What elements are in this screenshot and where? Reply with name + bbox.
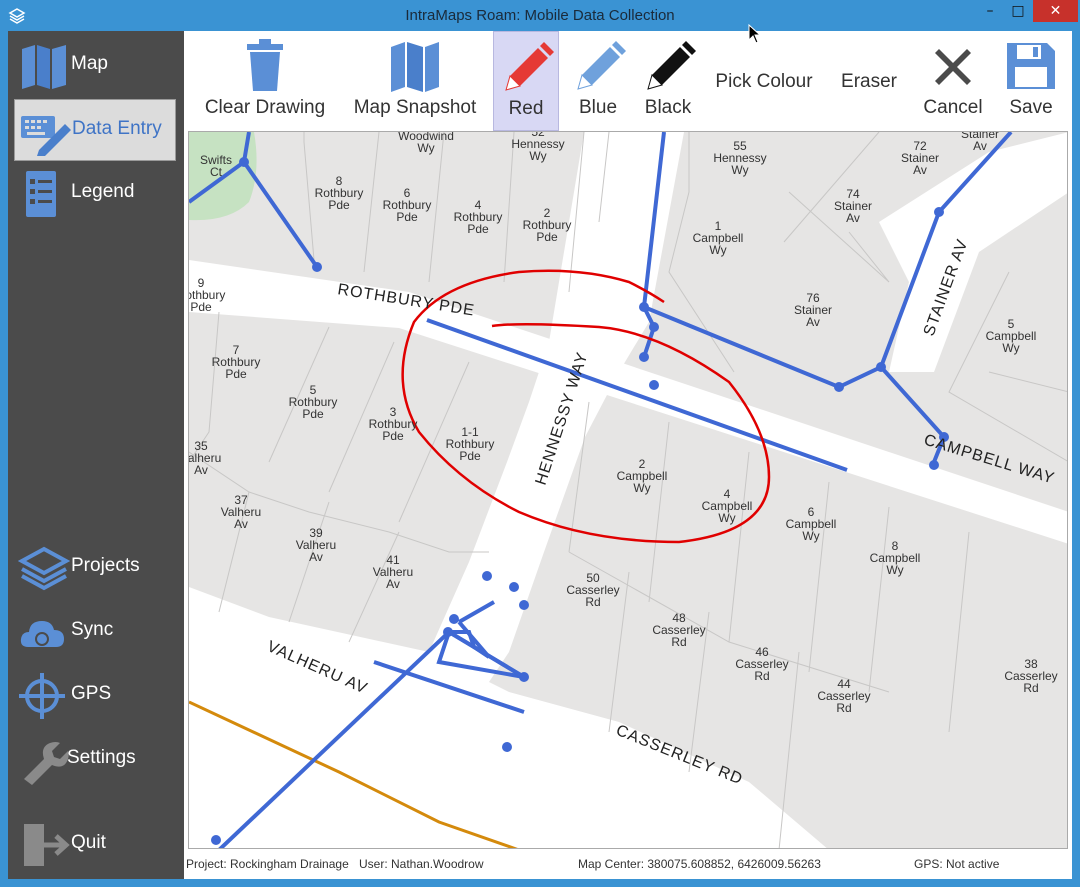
parcel-label-line: Av [194, 463, 208, 477]
parcel-label-line: Rd [754, 669, 769, 683]
sidebar-item-label: Data Entry [72, 118, 162, 139]
crosshair-icon [19, 673, 65, 719]
map-svg[interactable]: ROTHBURY PDE HENNESSY WAY STAINER AV CAM… [189, 132, 1068, 849]
parcel-label-line: Rd [1023, 681, 1038, 695]
parcel-label-line: Av [973, 139, 987, 153]
minimize-button[interactable]: – [975, 0, 1005, 22]
sidebar-item-gps[interactable]: GPS [14, 665, 176, 727]
status-bar: Project: Rockingham Drainage User: Natha… [184, 851, 1072, 879]
keyboard-pencil-icon [21, 116, 71, 156]
exit-door-icon [24, 824, 70, 866]
pick-colour-label: Pick Colour [715, 71, 813, 92]
clear-drawing-label: Clear Drawing [204, 97, 326, 118]
parcel-label-line: Wy [1002, 341, 1019, 355]
drawing-toolbar: Clear Drawing Map Snapshot Red Blue Blac… [184, 31, 1072, 131]
parcel-label-line: Pde [225, 367, 247, 381]
parcel-label-line: Av [386, 577, 400, 591]
mouse-cursor-icon [748, 24, 762, 44]
sidebar-item-legend[interactable]: Legend [14, 163, 176, 225]
eraser-button[interactable]: Eraser [834, 31, 904, 131]
parcel-label-line: Pde [536, 230, 558, 244]
pen-black-label: Black [644, 97, 692, 118]
sidebar-item-label: Quit [71, 832, 106, 853]
clear-drawing-button[interactable]: Clear Drawing [200, 31, 330, 131]
sidebar-item-sync[interactable]: Sync [14, 601, 176, 663]
sidebar-item-projects[interactable]: Projects [14, 537, 176, 599]
window-title: IntraMaps Roam: Mobile Data Collection [405, 7, 675, 24]
legend-list-icon [26, 171, 56, 217]
parcel-label-line: Av [846, 211, 860, 225]
parcel-label-line: Pde [190, 300, 212, 314]
map-icon [22, 45, 66, 89]
sidebar-item-label: Settings [67, 747, 136, 768]
sidebar-item-label: Sync [71, 619, 114, 640]
parcel-label-line: Av [234, 517, 248, 531]
floppy-disk-icon [1007, 43, 1055, 89]
sidebar-item-label: Projects [71, 555, 140, 576]
pen-red-button[interactable]: Red [493, 31, 559, 131]
parcel-label-line: Wy [731, 163, 748, 177]
parcel-label-line: Av [806, 315, 820, 329]
pen-blue-label: Blue [578, 97, 618, 118]
sidebar-item-settings[interactable]: Settings [14, 729, 176, 791]
parcel-label-line: Wy [802, 529, 819, 543]
wrench-icon [24, 742, 69, 785]
maximize-button[interactable]: □ [1003, 0, 1033, 22]
close-window-button[interactable]: ✕ [1033, 0, 1078, 22]
status-map-center: Map Center: 380075.608852, 6426009.56263 [578, 857, 821, 871]
map-snapshot-label: Map Snapshot [353, 97, 477, 118]
pencil-black-icon [647, 41, 696, 90]
status-gps: GPS: Not active [914, 857, 1000, 871]
parcel-label-line: Wy [529, 149, 546, 163]
map-icon [391, 42, 439, 92]
cloud-sync-icon [20, 621, 64, 647]
cancel-label: Cancel [923, 97, 983, 118]
pencil-blue-icon [577, 41, 626, 90]
sidebar-item-label: Map [71, 53, 108, 74]
sidebar-item-map[interactable]: Map [14, 35, 176, 97]
pen-blue-button[interactable]: Blue [565, 31, 631, 131]
cancel-button[interactable]: Cancel [922, 31, 984, 131]
pen-black-button[interactable]: Black [635, 31, 701, 131]
pen-red-label: Red [508, 98, 544, 119]
parcel-label-line: Av [913, 163, 927, 177]
save-label: Save [1009, 97, 1053, 118]
status-user: User: Nathan.Woodrow [359, 857, 484, 871]
parcel-label-line: Wy [709, 243, 726, 257]
parcel-label-line: Pde [396, 210, 418, 224]
sidebar-item-label: Legend [71, 181, 135, 202]
parcel-label-line: Rd [836, 701, 851, 715]
parcel-label-line: Wy [718, 511, 735, 525]
sidebar-item-data-entry[interactable]: Data Entry [14, 99, 176, 161]
parcel-label-line: Wy [417, 141, 434, 155]
parcel-label-line: Wy [633, 481, 650, 495]
status-project: Project: Rockingham Drainage [186, 857, 349, 871]
close-x-icon [935, 49, 971, 85]
app-client-area: Map Data Entry Legend Projects Sync GPS … [8, 31, 1072, 879]
layers-icon [18, 546, 70, 591]
sidebar: Map Data Entry Legend Projects Sync GPS … [8, 31, 184, 879]
pencil-red-icon [505, 42, 554, 91]
parcel-label-line: Pde [328, 198, 350, 212]
parcel-label-line: Pde [459, 449, 481, 463]
parcel-label-line: Ct [210, 165, 223, 179]
eraser-label: Eraser [841, 71, 897, 92]
parcel-label-line: Av [309, 550, 323, 564]
sidebar-item-label: GPS [71, 683, 112, 704]
parcel-label-line: Pde [467, 222, 489, 236]
save-button[interactable]: Save [1000, 31, 1062, 131]
sidebar-item-quit[interactable]: Quit [14, 814, 176, 876]
parcel-label-line: Rd [671, 635, 686, 649]
parcel-label-line: Wy [886, 563, 903, 577]
title-bar: IntraMaps Roam: Mobile Data Collection –… [0, 0, 1080, 31]
map-snapshot-button[interactable]: Map Snapshot [350, 31, 480, 131]
map-canvas[interactable]: ROTHBURY PDE HENNESSY WAY STAINER AV CAM… [188, 131, 1068, 849]
parcel-label-line: Rd [585, 595, 600, 609]
parcel-label-line: Pde [302, 407, 324, 421]
pick-colour-button[interactable]: Pick Colour [712, 31, 816, 131]
parcel-label-line: Pde [382, 429, 404, 443]
trash-icon [247, 39, 283, 91]
